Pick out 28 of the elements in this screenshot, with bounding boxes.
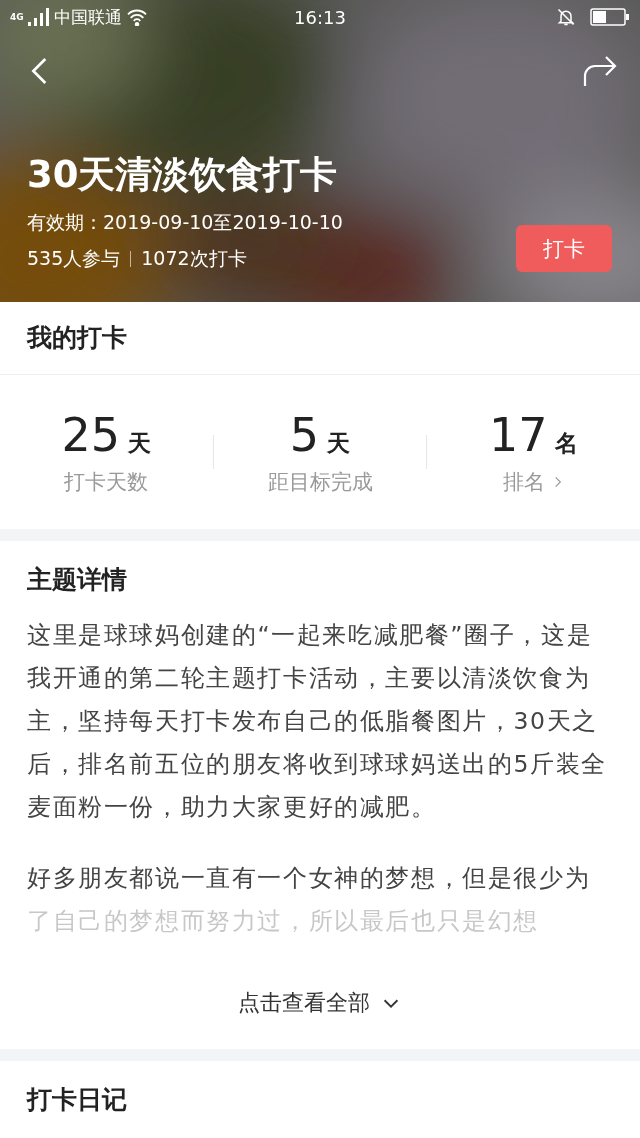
share-button[interactable]	[582, 54, 618, 88]
section-title: 打卡日记	[27, 1084, 128, 1116]
stat-value: 5	[289, 407, 320, 462]
ranking-link[interactable]: 排名	[502, 467, 545, 496]
status-time: 16:13	[293, 6, 347, 28]
stat-label: 距目标完成	[267, 468, 373, 496]
carrier-name: 中国联通	[53, 5, 122, 29]
signal-icon	[27, 8, 50, 26]
wifi-icon	[125, 8, 148, 26]
stat-unit: 天	[327, 428, 351, 458]
section-title: 我的打卡	[27, 322, 127, 355]
challenge-title: 30天清淡饮食打卡	[27, 152, 339, 198]
muted-bell-icon	[556, 7, 576, 27]
stat-label: 打卡天数	[64, 468, 149, 496]
stat-value: 25	[61, 407, 121, 462]
stat-value: 17	[488, 407, 548, 462]
stat-unit: 天	[128, 428, 152, 458]
checkin-button[interactable]: 打卡	[516, 225, 612, 272]
section-title: 主题详情	[27, 563, 128, 596]
share-arrow-icon	[582, 54, 618, 88]
checkin-count: 1072次打卡	[141, 246, 247, 271]
validity-period: 有效期：2019-09-10至2019-10-10	[27, 210, 343, 235]
participant-count: 535人参与	[27, 246, 121, 271]
view-all-button[interactable]: 点击查看全部	[231, 986, 408, 1019]
stat-unit: 名	[555, 428, 579, 458]
battery-icon	[590, 7, 630, 27]
network-type: 4G	[10, 11, 24, 22]
description-paragraph: 这里是球球妈创建的“一起来吃减肥餐”圈子，这是我开通的第二轮主题打卡活动，主要以清淡饮食为主，坚持每天打卡发布自己的低脂餐图片，30天之后，排名前五位的朋友将收到球球妈送出的5斤装全麦面粉一份，助力大家更好的减肥。	[27, 619, 608, 823]
